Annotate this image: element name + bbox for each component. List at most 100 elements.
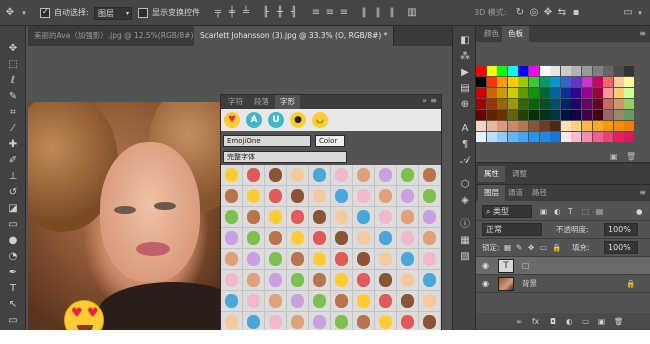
glyph-cell[interactable] [265, 207, 287, 228]
glyph-cell[interactable] [265, 291, 287, 312]
glyph-cell[interactable] [353, 186, 375, 207]
lock-all-icon[interactable]: 🔒 [552, 239, 561, 257]
glyph-cell[interactable] [221, 249, 243, 270]
glyph-cell[interactable] [419, 186, 441, 207]
color-swatch[interactable] [539, 110, 550, 120]
dodge-tool-icon[interactable]: ◔ [4, 250, 22, 264]
color-swatch[interactable] [507, 132, 518, 142]
color-swatch[interactable] [571, 77, 582, 87]
color-swatch[interactable] [476, 88, 486, 98]
filter-smart-object-icon[interactable]: ▤ [596, 203, 603, 221]
cube-icon[interactable]: ◈ [458, 194, 472, 208]
color-swatch[interactable] [497, 132, 508, 142]
glyph-cell[interactable] [353, 270, 375, 291]
color-swatch[interactable] [529, 66, 539, 76]
history-icon[interactable]: ◧ [458, 34, 472, 48]
color-swatch[interactable] [497, 88, 508, 98]
paragraph-icon[interactable]: ¶ [458, 138, 472, 152]
color-swatch[interactable] [486, 66, 497, 76]
rectangle-tool-icon[interactable]: ▭ [4, 314, 22, 328]
color-swatch[interactable] [560, 99, 571, 109]
opacity-field[interactable]: 100% [604, 223, 638, 236]
eye-icon[interactable]: ◉ [482, 261, 491, 270]
glyph-cell[interactable] [243, 228, 265, 249]
tab-paragraph[interactable]: 段落 [249, 95, 274, 109]
color-swatch[interactable] [613, 66, 624, 76]
align-bottom-icon[interactable]: ╧ [240, 7, 252, 19]
move-tool-icon[interactable]: ✥ [4, 7, 16, 19]
glyph-cell[interactable] [221, 312, 243, 330]
distribute-bottom-icon[interactable]: ≡ [338, 7, 350, 19]
color-swatch[interactable] [571, 88, 582, 98]
glyph-cell[interactable] [375, 165, 397, 186]
path-select-tool-icon[interactable]: ↖ [4, 298, 22, 312]
layer-filter-dropdown[interactable]: ⌕ 类型 [482, 205, 532, 218]
auto-select-checkbox[interactable] [40, 7, 50, 18]
color-swatch[interactable] [571, 121, 582, 131]
glyph-cell[interactable] [243, 207, 265, 228]
color-swatch[interactable] [518, 88, 529, 98]
glyph-cell[interactable] [265, 165, 287, 186]
color-swatch[interactable] [560, 121, 571, 131]
glyph-cell[interactable] [287, 228, 309, 249]
tool-preset-dropdown-icon[interactable]: ▾ [18, 7, 30, 19]
move-tool-icon[interactable]: ✥ [4, 42, 22, 56]
glyph-cell[interactable] [397, 165, 419, 186]
color-swatch[interactable] [560, 110, 571, 120]
glyph-cell[interactable] [397, 207, 419, 228]
color-swatch[interactable] [476, 121, 486, 131]
brush-settings-icon[interactable]: ⁂ [458, 50, 472, 64]
eyedropper-tool-icon[interactable]: ⁄ [4, 122, 22, 136]
crop-tool-icon[interactable]: ⌗ [4, 106, 22, 120]
glyph-cell[interactable] [309, 291, 331, 312]
clone-stamp-tool-icon[interactable]: ⊥ [4, 170, 22, 184]
color-swatch[interactable] [550, 110, 561, 120]
glyph-cell[interactable] [375, 207, 397, 228]
color-swatch[interactable] [582, 110, 592, 120]
glyph-cell[interactable] [265, 249, 287, 270]
glyph-cell[interactable] [375, 186, 397, 207]
tab-character[interactable]: 字符 [223, 95, 248, 109]
tab-channels[interactable]: 通道 [502, 185, 529, 201]
color-swatch[interactable] [582, 132, 592, 142]
new-group-icon[interactable]: ▭ [582, 313, 589, 330]
glyph-cell[interactable] [243, 165, 265, 186]
glyph-filter-select[interactable]: 完整字体 [223, 151, 347, 163]
color-swatch[interactable] [550, 132, 561, 142]
color-swatch[interactable] [486, 88, 497, 98]
color-swatch[interactable] [507, 77, 518, 87]
color-swatch[interactable] [529, 121, 539, 131]
color-swatch[interactable] [592, 132, 603, 142]
actions-icon[interactable]: ▶ [458, 66, 472, 80]
color-swatch[interactable] [613, 88, 624, 98]
color-swatch[interactable] [507, 88, 518, 98]
glyph-cell[interactable] [265, 312, 287, 330]
glyph-cell[interactable] [221, 270, 243, 291]
glyph-cell[interactable] [397, 270, 419, 291]
glyph-cell[interactable] [331, 270, 353, 291]
color-swatch[interactable] [582, 99, 592, 109]
lock-transparency-icon[interactable]: ▦ [504, 239, 511, 257]
glyph-cell[interactable] [353, 228, 375, 249]
distribute-left-icon[interactable]: ‖ [358, 7, 370, 19]
glyph-cell[interactable] [331, 291, 353, 312]
tab-color[interactable]: 颜色 [478, 26, 505, 42]
glyph-cell[interactable] [331, 207, 353, 228]
glyph-cell[interactable] [419, 228, 441, 249]
glyph-cell[interactable] [331, 228, 353, 249]
color-swatch[interactable] [560, 66, 571, 76]
color-swatch[interactable] [507, 66, 518, 76]
color-swatch[interactable] [550, 66, 561, 76]
blend-mode-dropdown[interactable]: 正常 [482, 223, 542, 236]
glyph-cell[interactable] [419, 207, 441, 228]
tab-glyphs[interactable]: 字形 [275, 95, 300, 109]
lock-position-icon[interactable]: ✥ [528, 239, 534, 257]
glyph-cell[interactable] [309, 312, 331, 330]
color-swatch[interactable] [624, 110, 635, 120]
align-vcenter-icon[interactable]: ╪ [226, 7, 238, 19]
quick-select-tool-icon[interactable]: ✎ [4, 90, 22, 104]
color-swatch[interactable] [476, 132, 486, 142]
glyph-cell[interactable] [221, 207, 243, 228]
color-swatch[interactable] [560, 88, 571, 98]
glyph-cell[interactable] [375, 291, 397, 312]
